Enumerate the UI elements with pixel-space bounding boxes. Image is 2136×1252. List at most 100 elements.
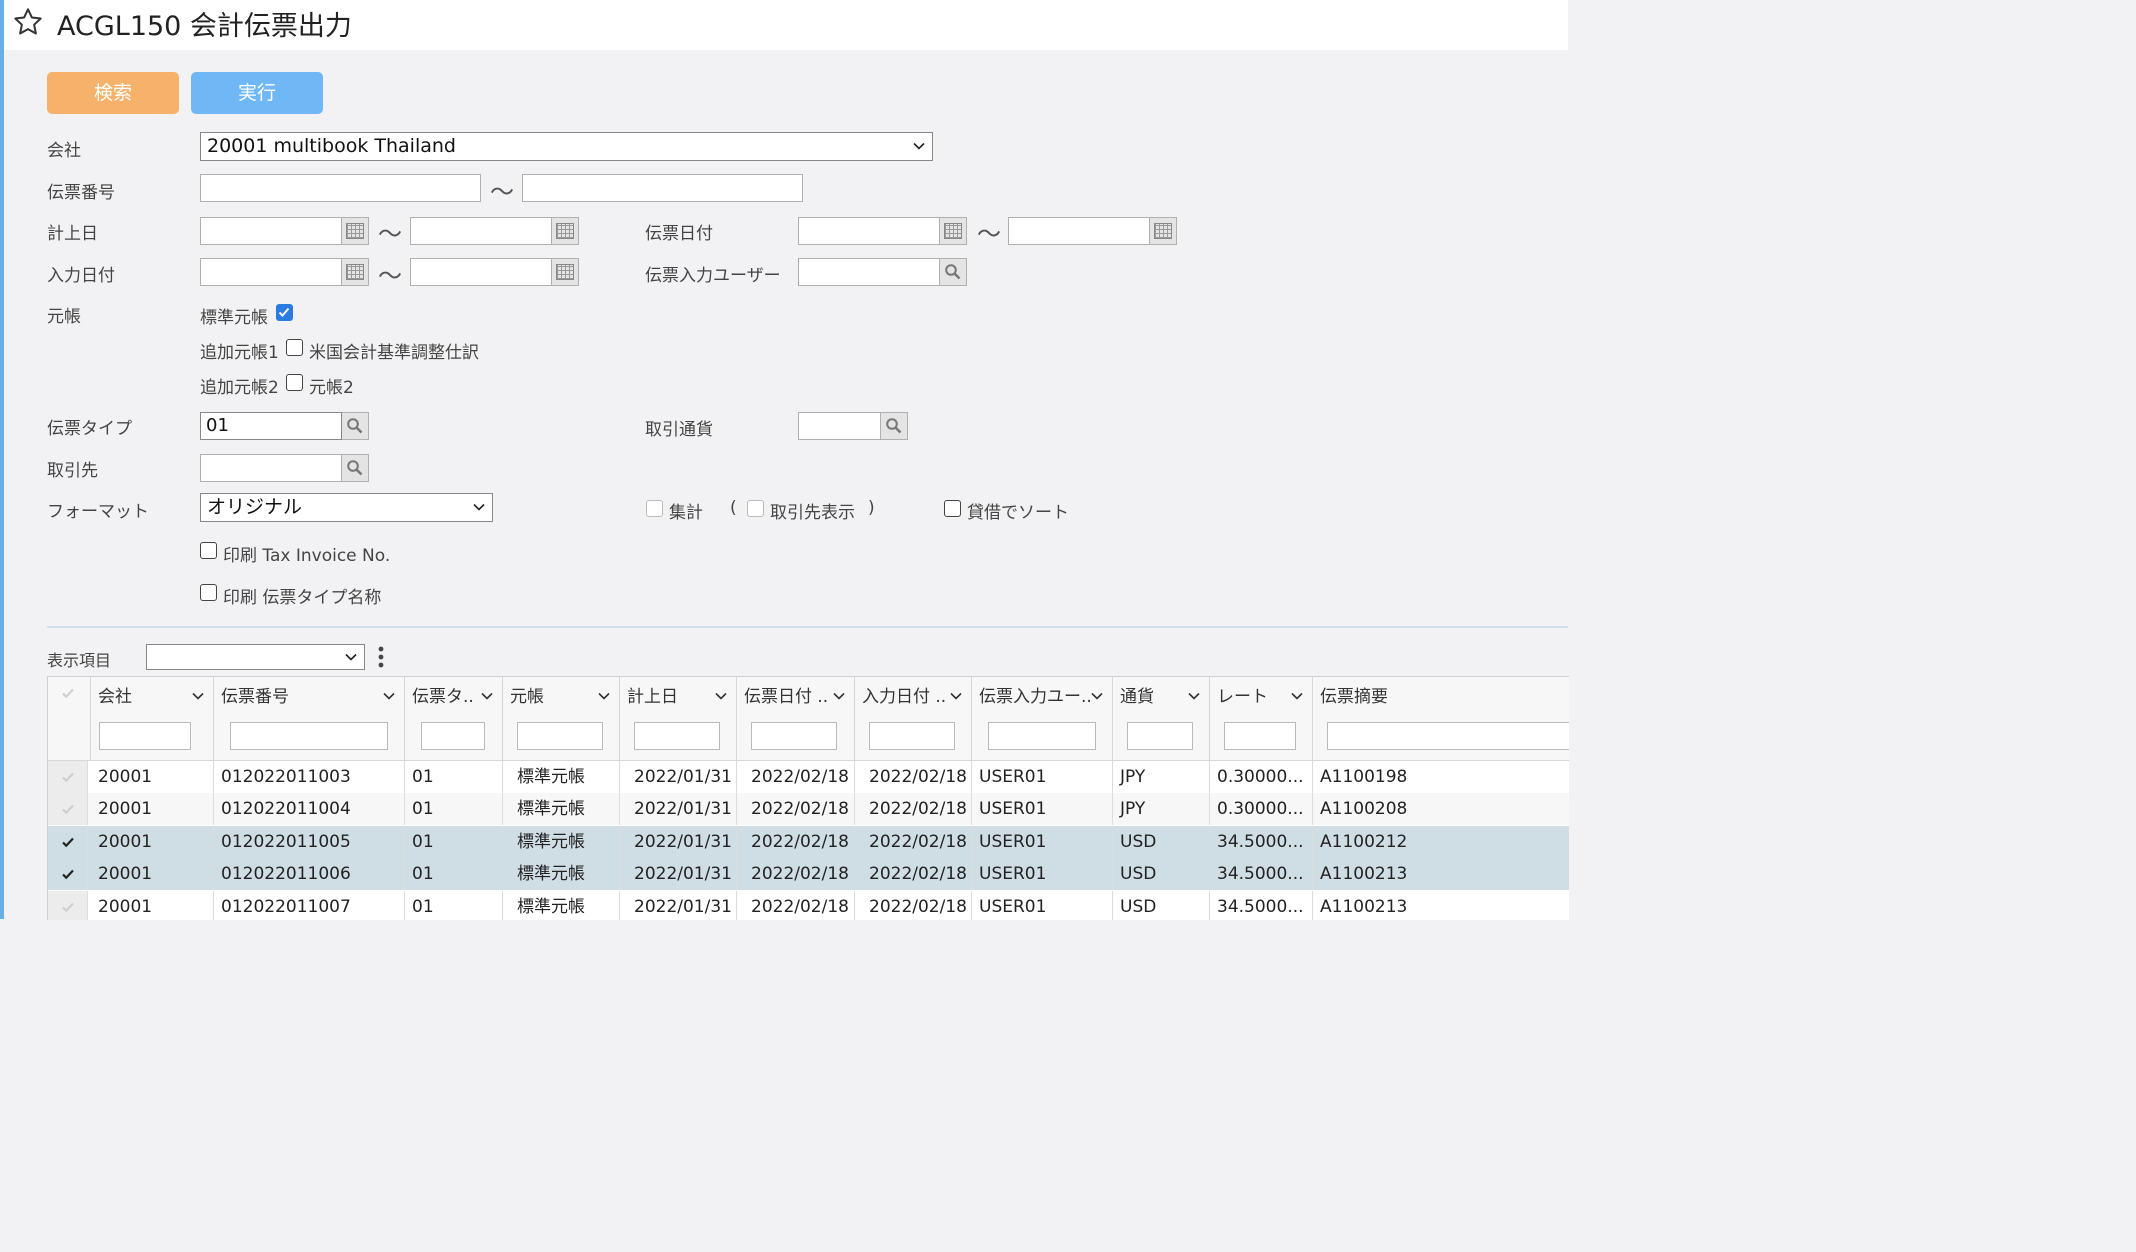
table-cell: 2022/02/18 xyxy=(855,890,972,920)
table-row[interactable]: 20001 012022011006 01 標準元帳 2022/01/31 2022/02… xyxy=(48,858,1569,891)
input-user-input[interactable] xyxy=(798,258,940,286)
currency-input[interactable] xyxy=(798,412,881,440)
column-filter-input[interactable] xyxy=(99,722,191,750)
column-header[interactable]: 伝票番号 xyxy=(214,677,405,761)
row-checkbox[interactable] xyxy=(48,761,88,793)
posting-date-to-input[interactable] xyxy=(410,217,552,245)
print-type-name-label: 印刷 伝票タイプ名称 xyxy=(223,588,382,608)
column-header[interactable]: 伝票入力ユー.. xyxy=(972,677,1113,761)
column-header[interactable]: レート xyxy=(1210,677,1313,761)
column-filter-input[interactable] xyxy=(988,722,1096,750)
run-button[interactable]: 実行 xyxy=(191,72,323,114)
select-all-header[interactable] xyxy=(48,677,91,761)
table-row[interactable]: 20001 012022011004 01 標準元帳 2022/01/31 2022/02… xyxy=(48,793,1569,826)
column-filter-input[interactable] xyxy=(1127,722,1193,750)
column-filter-input[interactable] xyxy=(421,722,485,750)
print-tax-invoice-checkbox[interactable] xyxy=(200,542,217,559)
table-cell: 標準元帳 xyxy=(503,858,620,891)
table-row[interactable]: 20001 012022011007 01 標準元帳 2022/01/31 2022/02… xyxy=(48,890,1569,920)
partner-input[interactable] xyxy=(200,454,342,482)
chevron-down-icon[interactable] xyxy=(714,689,728,703)
summary-checkbox[interactable] xyxy=(646,500,663,517)
format-select[interactable]: オリジナル xyxy=(200,493,493,522)
input-date-to-input[interactable] xyxy=(410,258,552,286)
chevron-down-icon[interactable] xyxy=(480,689,494,703)
column-filter-input[interactable] xyxy=(1224,722,1296,750)
chevron-down-icon[interactable] xyxy=(949,689,963,703)
column-header-label: 伝票タ.. xyxy=(412,687,474,707)
column-header[interactable]: 伝票タ.. xyxy=(405,677,503,761)
calendar-button[interactable] xyxy=(1150,217,1177,245)
add-ledger1-checkbox[interactable] xyxy=(286,339,303,356)
column-filter-input[interactable] xyxy=(230,722,388,750)
table-cell: 012022011006 xyxy=(214,858,405,891)
calendar-icon xyxy=(346,264,364,280)
column-filter-input[interactable] xyxy=(751,722,837,750)
column-header[interactable]: 伝票日付 .. xyxy=(737,677,855,761)
row-checkbox[interactable] xyxy=(48,825,88,858)
lookup-button[interactable] xyxy=(342,412,369,440)
chevron-down-icon[interactable] xyxy=(191,689,205,703)
calendar-button[interactable] xyxy=(552,258,579,286)
calendar-button[interactable] xyxy=(342,258,369,286)
row-checkbox[interactable] xyxy=(48,890,88,920)
search-button[interactable]: 検索 xyxy=(47,72,179,114)
partner-label: 取引先 xyxy=(47,461,98,481)
show-partner-checkbox[interactable] xyxy=(747,500,764,517)
chevron-down-icon[interactable] xyxy=(832,689,846,703)
posting-date-from-input[interactable] xyxy=(200,217,342,245)
column-filter-input[interactable] xyxy=(517,722,603,750)
table-cell: 標準元帳 xyxy=(503,825,620,858)
row-checkbox[interactable] xyxy=(48,793,88,826)
column-header[interactable]: 元帳 xyxy=(503,677,620,761)
checkmark-icon xyxy=(62,869,74,880)
table-row[interactable]: 20001 012022011003 01 標準元帳 2022/01/31 2022/02… xyxy=(48,761,1569,793)
table-cell: 012022011005 xyxy=(214,825,405,858)
more-vertical-icon[interactable] xyxy=(375,644,387,670)
print-type-name-checkbox[interactable] xyxy=(200,584,217,601)
table-row[interactable]: 20001 012022011005 01 標準元帳 2022/01/31 2022/02… xyxy=(48,825,1569,858)
table-cell: A1100212 xyxy=(1313,826,1569,858)
lookup-button[interactable] xyxy=(342,454,369,482)
table-cell: 2022/02/18 xyxy=(737,825,855,858)
table-cell: A1100198 xyxy=(1313,761,1569,793)
column-filter-input[interactable] xyxy=(634,722,720,750)
column-filter-input[interactable] xyxy=(1327,722,1569,750)
input-date-from-input[interactable] xyxy=(200,258,342,286)
chevron-down-icon[interactable] xyxy=(382,689,396,703)
calendar-button[interactable] xyxy=(552,217,579,245)
voucher-no-to-input[interactable] xyxy=(522,174,803,202)
checkmark-icon xyxy=(62,688,74,699)
chevron-down-icon[interactable] xyxy=(1290,689,1304,703)
voucher-no-from-input[interactable] xyxy=(200,174,481,202)
column-filter-input[interactable] xyxy=(869,722,955,750)
column-header[interactable]: 入力日付 .. xyxy=(855,677,972,761)
table-cell: 2022/02/18 xyxy=(737,761,855,793)
display-items-select[interactable] xyxy=(146,644,365,670)
column-header[interactable]: 伝票摘要 xyxy=(1313,677,1569,761)
column-header[interactable]: 計上日 xyxy=(620,677,737,761)
voucher-date-to-input[interactable] xyxy=(1008,217,1150,245)
chevron-down-icon[interactable] xyxy=(1090,689,1104,703)
company-select[interactable]: 20001 multibook Thailand xyxy=(200,132,933,161)
column-header[interactable]: 会社 xyxy=(91,677,214,761)
lookup-button[interactable] xyxy=(940,258,967,286)
calendar-icon xyxy=(1154,223,1172,239)
search-icon xyxy=(347,418,363,434)
voucher-type-input[interactable]: 01 xyxy=(200,412,342,440)
lookup-button[interactable] xyxy=(881,412,908,440)
calendar-button[interactable] xyxy=(940,217,967,245)
company-label: 会社 xyxy=(47,141,81,161)
calendar-button[interactable] xyxy=(342,217,369,245)
voucher-date-from-input[interactable] xyxy=(798,217,940,245)
chevron-down-icon[interactable] xyxy=(1187,689,1201,703)
row-checkbox[interactable] xyxy=(48,858,88,891)
column-header[interactable]: 通貨 xyxy=(1113,677,1210,761)
display-items-label: 表示項目 xyxy=(47,651,112,670)
add-ledger2-checkbox[interactable] xyxy=(286,374,303,391)
chevron-down-icon[interactable] xyxy=(597,689,611,703)
column-header-label: レート xyxy=(1217,687,1268,707)
favorite-star-icon[interactable] xyxy=(12,6,44,38)
standard-ledger-checkbox[interactable] xyxy=(276,304,293,321)
sort-debit-credit-checkbox[interactable] xyxy=(944,500,961,517)
